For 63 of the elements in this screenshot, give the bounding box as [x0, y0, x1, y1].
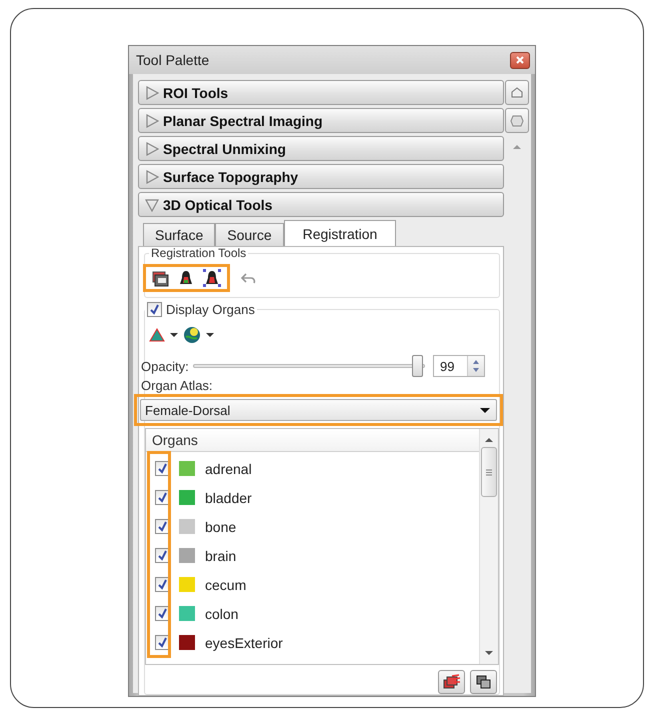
layers-icon[interactable] — [152, 269, 169, 287]
organ-name: cecum — [205, 576, 246, 592]
scrollbar[interactable] — [479, 429, 498, 664]
slider-thumb[interactable] — [412, 355, 423, 377]
section-header[interactable]: 3D Optical Tools — [138, 192, 504, 217]
close-icon — [515, 55, 525, 65]
organ-name: adrenal — [205, 460, 252, 476]
organ-name: bone — [205, 518, 236, 534]
selected-figure-icon[interactable] — [203, 269, 221, 287]
section-header[interactable]: Surface Topography — [138, 164, 504, 189]
organ-name: colon — [205, 606, 238, 622]
group-label: Registration Tools — [150, 247, 248, 259]
opacity-slider[interactable] — [193, 355, 425, 377]
opacity-spinbox[interactable]: 99 — [433, 355, 485, 377]
windows-icon — [476, 675, 491, 689]
atlas-label: Organ Atlas: — [141, 379, 214, 392]
check-icon — [157, 463, 168, 474]
caret-icon[interactable] — [170, 333, 178, 337]
atlas-dropdown[interactable]: Female-Dorsal — [140, 399, 497, 421]
check-icon — [157, 637, 168, 648]
grip-icon — [485, 468, 493, 476]
expand-triangle-icon — [145, 170, 159, 184]
expand-triangle-icon — [145, 114, 159, 128]
collapse-triangle-icon — [145, 198, 159, 212]
spin-arrows-icon[interactable] — [471, 359, 481, 373]
checkbox-label: Display Organs — [166, 304, 255, 316]
scroll-down-icon[interactable] — [484, 650, 494, 656]
section-header[interactable]: Planar Spectral Imaging — [138, 108, 504, 133]
checkbox[interactable] — [147, 302, 162, 317]
window-title: Tool Palette — [136, 52, 210, 68]
check-icon — [157, 492, 168, 503]
mesh-triangle-icon[interactable] — [149, 328, 165, 342]
check-icon — [157, 608, 168, 619]
undo-icon[interactable] — [240, 271, 256, 285]
close-button[interactable] — [510, 52, 530, 68]
figure-icon[interactable] — [178, 270, 194, 286]
caret-icon[interactable] — [206, 333, 214, 337]
organ-name: brain — [205, 548, 236, 564]
section-header[interactable]: Spectral Unmixing — [138, 136, 504, 161]
scroll-up-icon[interactable] — [484, 437, 494, 443]
dock-button[interactable] — [505, 80, 529, 105]
organ-name: eyesExterior — [205, 634, 283, 650]
expand-triangle-icon — [145, 142, 159, 156]
check-icon — [157, 521, 168, 532]
expand-triangle-icon — [145, 86, 159, 100]
toolbar-button[interactable] — [438, 670, 465, 694]
organ-name: bladder — [205, 490, 252, 506]
globe-icon[interactable] — [183, 326, 201, 344]
pentagon-icon — [510, 86, 524, 99]
toolbar-button[interactable] — [470, 670, 497, 694]
hexagon-icon — [510, 114, 524, 128]
section-header[interactable]: ROI Tools — [138, 80, 504, 105]
check-icon — [157, 579, 168, 590]
opacity-label: Opacity: — [141, 358, 190, 374]
check-icon — [149, 304, 160, 315]
layers-icon — [442, 674, 460, 690]
caret-icon[interactable] — [480, 408, 490, 412]
tab[interactable]: Source — [215, 223, 284, 246]
dock-button[interactable] — [505, 108, 529, 133]
tab[interactable]: Surface — [143, 223, 216, 246]
scroll-thumb[interactable] — [481, 447, 497, 497]
tab[interactable]: Registration — [284, 220, 396, 246]
check-icon — [157, 550, 168, 561]
